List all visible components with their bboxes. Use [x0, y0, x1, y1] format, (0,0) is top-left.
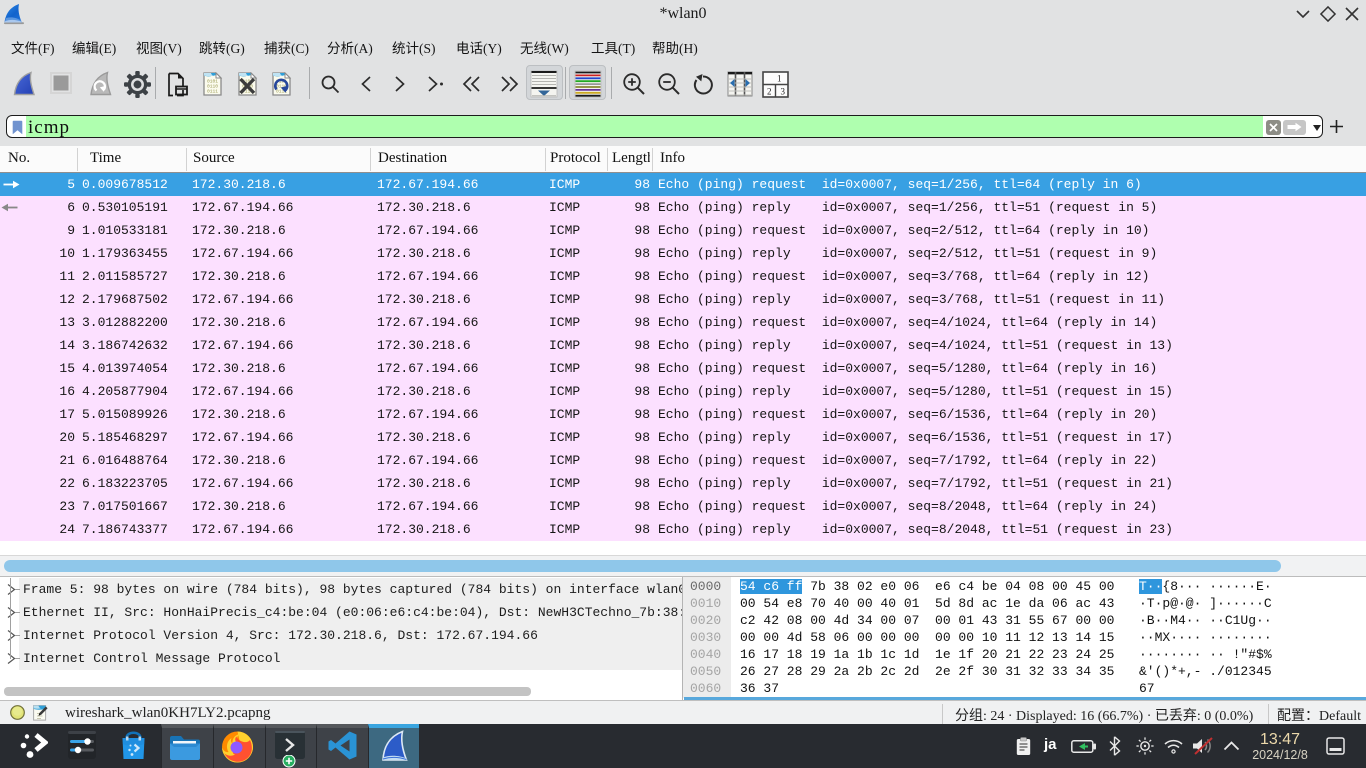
svg-text:2: 2 — [767, 87, 772, 97]
svg-text:1: 1 — [777, 74, 782, 84]
svg-text:0111: 0111 — [207, 89, 218, 95]
svg-text:3: 3 — [781, 87, 786, 97]
